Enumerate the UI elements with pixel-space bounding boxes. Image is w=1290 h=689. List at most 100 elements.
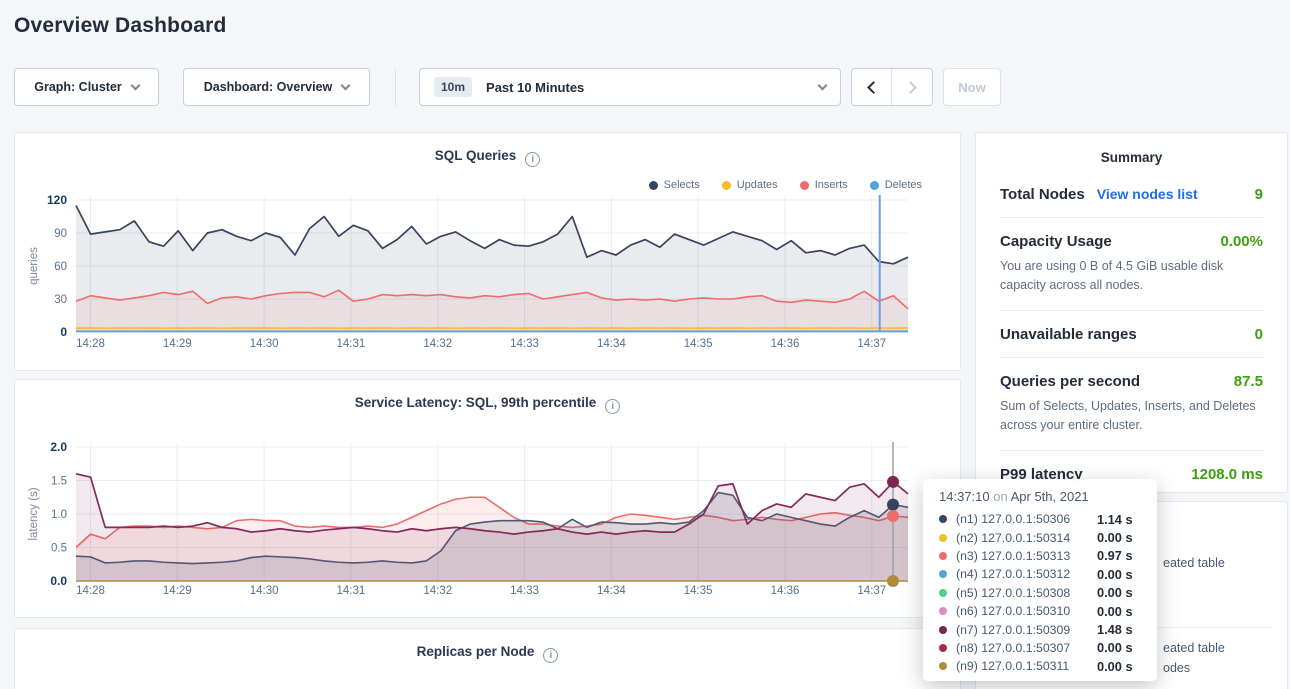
capacity-usage-label: Capacity Usage <box>1000 233 1112 250</box>
tooltip-node-label: (n2) 127.0.0.1:50314 <box>956 531 1097 545</box>
event-fragment-line: eated table <box>1163 639 1225 659</box>
summary-unavailable-ranges: Unavailable ranges 0 <box>1000 310 1263 357</box>
tooltip-node-label: (n7) 127.0.0.1:50309 <box>956 623 1097 637</box>
tooltip-row: (n8) 127.0.0.1:503070.00 s <box>939 639 1141 657</box>
info-icon[interactable]: i <box>525 152 540 167</box>
legend-item-deletes[interactable]: Deletes <box>870 179 922 191</box>
svg-text:14:34: 14:34 <box>597 585 626 597</box>
tooltip-date: Apr 5th, 2021 <box>1011 489 1089 504</box>
tooltip-timestamp: 14:37:10 on Apr 5th, 2021 <box>939 489 1141 504</box>
tooltip-row: (n5) 127.0.0.1:503080.00 s <box>939 584 1141 602</box>
legend-dot-icon <box>800 181 809 190</box>
node-color-dot-icon <box>939 607 947 615</box>
total-nodes-label: Total Nodes <box>1000 186 1085 203</box>
page-root: Overview Dashboard Graph: Cluster Dashbo… <box>0 0 1290 689</box>
svg-text:30: 30 <box>54 294 67 306</box>
tooltip-node-value: 0.00 s <box>1097 659 1133 674</box>
legend-label: Selects <box>664 179 700 191</box>
tooltip-row: (n6) 127.0.0.1:503100.00 s <box>939 602 1141 620</box>
tooltip-node-value: 0.00 s <box>1097 585 1133 600</box>
chevron-down-icon <box>818 81 828 91</box>
chart-title: Replicas per Node i <box>15 629 960 663</box>
tooltip-on: on <box>993 489 1007 504</box>
svg-text:14:28: 14:28 <box>76 585 105 597</box>
tooltip-rows: (n1) 127.0.0.1:503061.14 s(n2) 127.0.0.1… <box>939 510 1141 676</box>
tooltip-node-label: (n5) 127.0.0.1:50308 <box>956 586 1097 600</box>
time-window-label: Past 10 Minutes <box>486 80 809 95</box>
summary-panel: Summary Total Nodes View nodes list 9 Ca… <box>975 132 1288 493</box>
unavailable-ranges-label: Unavailable ranges <box>1000 326 1137 343</box>
capacity-usage-desc: You are using 0 B of 4.5 GiB usable disk… <box>1000 257 1263 296</box>
legend-dot-icon <box>722 181 731 190</box>
svg-text:14:35: 14:35 <box>684 338 713 350</box>
time-range-picker[interactable]: 10m Past 10 Minutes <box>419 68 841 106</box>
legend-item-updates[interactable]: Updates <box>722 179 778 191</box>
graph-dropdown-label: Graph: Cluster <box>34 80 122 94</box>
summary-total-nodes: Total Nodes View nodes list 9 <box>1000 171 1263 217</box>
tooltip-row: (n1) 127.0.0.1:503061.14 s <box>939 510 1141 528</box>
chevron-left-icon <box>867 81 880 94</box>
svg-text:1.0: 1.0 <box>51 509 67 521</box>
tooltip-node-value: 0.00 s <box>1097 530 1133 545</box>
now-button[interactable]: Now <box>943 68 1001 106</box>
dashboard-dropdown[interactable]: Dashboard: Overview <box>183 68 370 106</box>
legend-label: Inserts <box>815 179 848 191</box>
svg-text:14:28: 14:28 <box>76 338 105 350</box>
sql-queries-chart[interactable]: 14:2814:2914:3014:3114:3214:3314:3414:35… <box>15 191 960 359</box>
graph-dropdown[interactable]: Graph: Cluster <box>14 68 159 106</box>
capacity-usage-value: 0.00% <box>1220 233 1263 250</box>
node-color-dot-icon <box>939 552 947 560</box>
event-fragment-line: odes <box>1163 659 1225 679</box>
event-item-fragment[interactable]: eated table <box>1163 554 1225 574</box>
node-color-dot-icon <box>939 662 947 670</box>
info-icon[interactable]: i <box>543 648 558 663</box>
service-latency-title: Service Latency: SQL, 99th percentile <box>355 395 597 410</box>
service-latency-chart[interactable]: 14:2814:2914:3014:3114:3214:3314:3414:35… <box>15 433 960 605</box>
svg-text:14:37: 14:37 <box>857 585 886 597</box>
svg-text:14:36: 14:36 <box>771 338 800 350</box>
unavailable-ranges-value: 0 <box>1255 326 1263 343</box>
prev-range-button[interactable] <box>852 69 892 105</box>
legend-item-inserts[interactable]: Inserts <box>800 179 848 191</box>
svg-text:14:34: 14:34 <box>597 338 626 350</box>
qps-label: Queries per second <box>1000 373 1140 390</box>
p99-latency-value: 1208.0 ms <box>1191 466 1263 483</box>
svg-text:0.5: 0.5 <box>51 543 67 555</box>
next-range-button[interactable] <box>892 69 932 105</box>
legend-label: Updates <box>737 179 778 191</box>
event-item-fragment[interactable]: eated table odes <box>1163 639 1225 678</box>
svg-text:14:32: 14:32 <box>423 585 452 597</box>
tooltip-row: (n2) 127.0.0.1:503140.00 s <box>939 528 1141 546</box>
svg-text:120: 120 <box>47 193 67 207</box>
sql-queries-title: SQL Queries <box>435 148 517 163</box>
tooltip-row: (n3) 127.0.0.1:503130.97 s <box>939 547 1141 565</box>
svg-text:14:33: 14:33 <box>510 338 539 350</box>
tooltip-time: 14:37:10 <box>939 489 990 504</box>
tooltip-node-label: (n3) 127.0.0.1:50313 <box>956 549 1097 563</box>
legend-dot-icon <box>649 181 658 190</box>
svg-text:1.5: 1.5 <box>51 476 67 488</box>
svg-text:14:30: 14:30 <box>250 338 279 350</box>
node-color-dot-icon <box>939 534 947 542</box>
tooltip-node-label: (n4) 127.0.0.1:50312 <box>956 567 1097 581</box>
svg-text:14:29: 14:29 <box>163 585 192 597</box>
legend-item-selects[interactable]: Selects <box>649 179 700 191</box>
tooltip-row: (n9) 127.0.0.1:503110.00 s <box>939 657 1141 675</box>
service-latency-panel: Service Latency: SQL, 99th percentile i 1… <box>14 379 961 618</box>
toolbar-divider <box>395 68 396 106</box>
tooltip-node-value: 1.14 s <box>1097 512 1133 527</box>
node-color-dot-icon <box>939 626 947 634</box>
legend-label: Deletes <box>885 179 922 191</box>
tooltip-node-label: (n8) 127.0.0.1:50307 <box>956 641 1097 655</box>
svg-text:14:29: 14:29 <box>163 338 192 350</box>
svg-text:60: 60 <box>54 261 67 273</box>
info-icon[interactable]: i <box>605 399 620 414</box>
replicas-per-node-title: Replicas per Node <box>417 644 535 659</box>
qps-desc: Sum of Selects, Updates, Inserts, and De… <box>1000 397 1263 436</box>
time-pager <box>851 68 933 106</box>
qps-value: 87.5 <box>1234 373 1263 390</box>
summary-heading: Summary <box>1000 133 1263 171</box>
view-nodes-list-link[interactable]: View nodes list <box>1097 186 1198 202</box>
tooltip-node-value: 0.97 s <box>1097 548 1133 563</box>
svg-text:0.0: 0.0 <box>50 574 67 588</box>
